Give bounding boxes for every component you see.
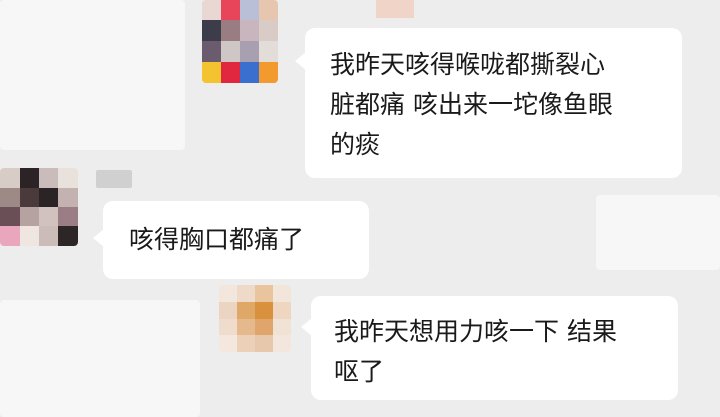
bubble-tail bbox=[295, 52, 306, 70]
message-text-line: 咳得胸口都痛了 bbox=[129, 225, 305, 254]
sender-nickname bbox=[96, 170, 132, 188]
avatar-sender-3[interactable] bbox=[219, 285, 291, 352]
blurred-image-fragment bbox=[376, 0, 414, 18]
message-text-line: 我昨天想用力咳一下 结果 bbox=[334, 317, 617, 346]
message-bubble[interactable]: 咳得胸口都痛了 bbox=[93, 201, 369, 279]
background-panel-right bbox=[596, 195, 720, 270]
message-text-line: 脏都痛 咳出来一坨像鱼眼 bbox=[330, 90, 613, 119]
message-text-line: 呕了 bbox=[334, 357, 385, 386]
bubble-tail bbox=[301, 318, 312, 336]
background-panel-bottom-left bbox=[0, 300, 200, 417]
background-panel-top-left bbox=[0, 0, 185, 150]
avatar-sender-1[interactable] bbox=[202, 0, 278, 83]
bubble-tail bbox=[93, 229, 104, 247]
message-bubble[interactable]: 我昨天想用力咳一下 结果 呕了 bbox=[301, 296, 678, 400]
message-bubble[interactable]: 我昨天咳得喉咙都撕裂心 脏都痛 咳出来一坨像鱼眼 的痰 bbox=[295, 28, 682, 178]
message-text-line: 的痰 bbox=[330, 130, 381, 159]
avatar-sender-2[interactable] bbox=[0, 168, 78, 246]
message-text-line: 我昨天咳得喉咙都撕裂心 bbox=[330, 50, 606, 79]
